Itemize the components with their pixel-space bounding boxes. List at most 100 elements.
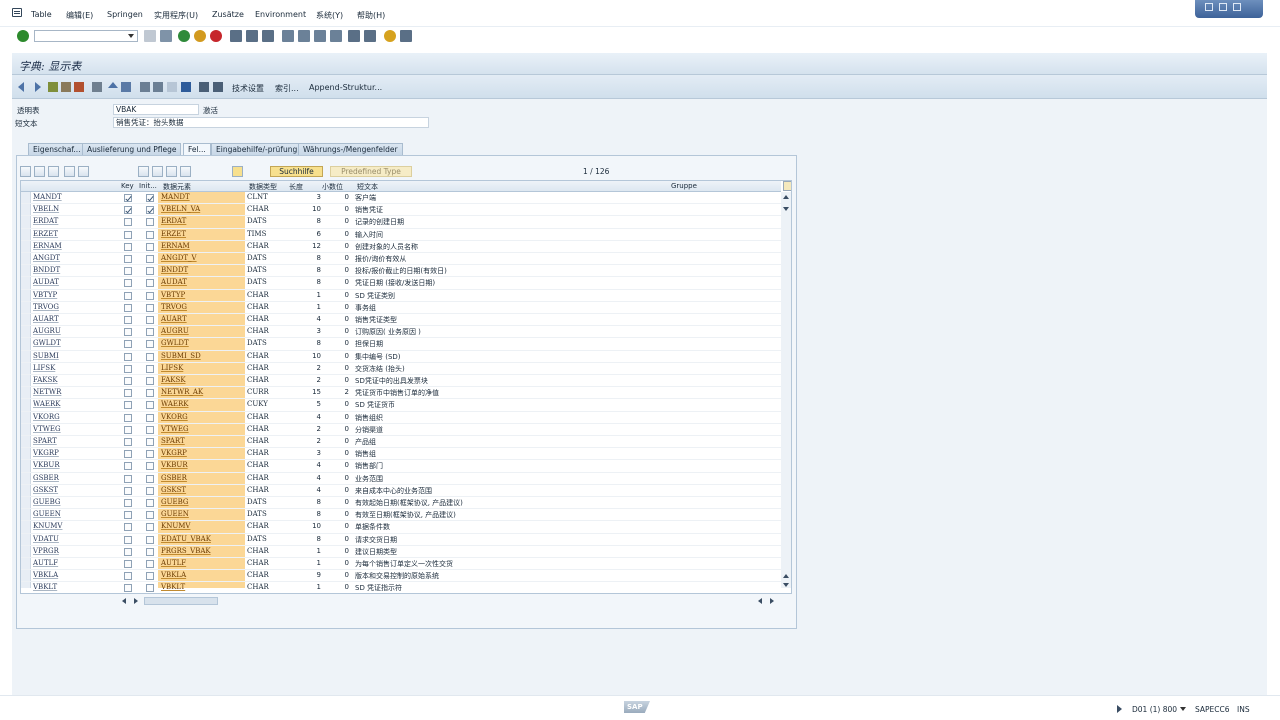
field-length[interactable]: 8 (289, 510, 321, 518)
key-checkbox[interactable] (124, 328, 132, 337)
field-decimals[interactable]: 0 (325, 217, 349, 225)
data-element[interactable]: AUDAT (161, 278, 187, 286)
data-element[interactable]: SPART (161, 437, 185, 445)
table-row[interactable]: LIFSK LIFSK CHAR 2 0 交货冻结 (抬头) (21, 363, 781, 375)
key-checkbox[interactable] (124, 218, 132, 227)
data-type[interactable]: CHAR (247, 315, 269, 323)
table-row[interactable]: VDATU EDATU_VBAK DATS 8 0 请求交货日期 (21, 534, 781, 546)
back-icon[interactable] (178, 30, 190, 42)
key-checkbox[interactable] (124, 352, 132, 361)
key-checkbox[interactable] (124, 474, 132, 483)
field-length[interactable]: 4 (289, 486, 321, 494)
data-element[interactable]: VTWEG (161, 425, 189, 433)
check-icon[interactable] (92, 82, 102, 92)
initial-checkbox[interactable] (146, 499, 154, 507)
field-name[interactable]: ANGDT (33, 254, 60, 262)
data-element[interactable]: SUBMI_SD (161, 352, 201, 360)
data-element[interactable]: AUART (161, 315, 187, 323)
built-in-type-icon[interactable] (166, 166, 177, 177)
initial-checkbox[interactable] (146, 425, 154, 434)
initial-checkbox[interactable] (146, 584, 154, 593)
data-type[interactable]: DATS (247, 278, 267, 286)
table-row[interactable]: VBTYP VBTYP CHAR 1 0 SD 凭证类别 (21, 290, 781, 302)
field-decimals[interactable]: 0 (325, 315, 349, 323)
data-type[interactable]: CHAR (247, 571, 269, 579)
initial-checkbox[interactable] (146, 194, 154, 202)
key-checkbox[interactable] (124, 279, 132, 288)
key-checkbox[interactable] (124, 547, 132, 556)
chevron-down-icon[interactable] (128, 34, 134, 38)
field-length[interactable]: 8 (289, 254, 321, 262)
field-length[interactable]: 4 (289, 413, 321, 421)
key-checkbox[interactable] (124, 364, 132, 373)
initial-checkbox[interactable] (146, 255, 154, 263)
field-name[interactable]: VBTYP (33, 291, 57, 299)
table-row[interactable]: SPART SPART CHAR 2 0 产品组 (21, 436, 781, 449)
column-short-text[interactable]: 短文本 (357, 182, 378, 192)
data-element[interactable]: PRGRS_VBAK (161, 547, 211, 555)
field-decimals[interactable]: 0 (325, 474, 349, 482)
shortcut-icon[interactable] (364, 30, 376, 42)
initial-checkbox[interactable] (146, 328, 154, 337)
data-type[interactable]: CUKY (247, 400, 268, 408)
predefined-type-button[interactable]: Predefined Type (330, 166, 412, 177)
field-length[interactable]: 1 (289, 583, 321, 591)
data-type[interactable]: CHAR (247, 425, 269, 433)
data-type[interactable]: DATS (247, 535, 267, 543)
table-row[interactable]: VBKLA VBKLA CHAR 9 0 版本和交易控制的原始系统 (21, 570, 781, 583)
data-type[interactable]: CHAR (247, 461, 269, 469)
field-name[interactable]: VBKLT (33, 583, 57, 591)
table-row[interactable]: TRVOG TRVOG CHAR 1 0 事务组 (21, 302, 781, 314)
field-decimals[interactable]: 0 (325, 583, 349, 591)
initial-checkbox[interactable] (146, 462, 154, 471)
initial-checkbox[interactable] (146, 352, 154, 361)
where-used-icon[interactable] (121, 82, 131, 92)
column-settings-icon[interactable] (783, 181, 791, 191)
field-name[interactable]: MANDT (33, 193, 62, 201)
field-name[interactable]: GUEBG (33, 498, 60, 506)
table-row[interactable]: ERZET ERZET TIMS 6 0 输入时间 (21, 229, 781, 241)
menu-help[interactable]: 帮助(H) (357, 10, 385, 21)
field-length[interactable]: 2 (289, 376, 321, 384)
field-name[interactable]: VTWEG (33, 425, 61, 433)
field-name[interactable]: GSBER (33, 474, 59, 482)
key-checkbox[interactable] (124, 450, 132, 459)
table-row[interactable]: KNUMV KNUMV CHAR 10 0 单据条件数 (21, 521, 781, 534)
insert-mode[interactable]: INS (1237, 705, 1250, 714)
table-row[interactable]: ANGDT ANGDT_V DATS 8 0 报价/询价有效从 (21, 253, 781, 266)
field-decimals[interactable]: 0 (325, 486, 349, 494)
table-row[interactable]: AUGRU AUGRU CHAR 3 0 订购原因( 业务原因 ) (21, 326, 781, 339)
layout-menu-icon[interactable] (400, 30, 412, 42)
info-icon[interactable] (181, 82, 191, 92)
data-type[interactable]: DATS (247, 510, 267, 518)
filter-icon[interactable] (138, 166, 149, 177)
field-length[interactable]: 5 (289, 400, 321, 408)
field-name[interactable]: VKBUR (33, 461, 60, 469)
table-row[interactable]: GSKST GSKST CHAR 4 0 来自成本中心的业务范围 (21, 485, 781, 497)
field-decimals[interactable]: 0 (325, 400, 349, 408)
chevron-down-icon[interactable] (1180, 707, 1186, 711)
back-arrow-icon[interactable] (18, 82, 24, 92)
key-checkbox[interactable] (124, 291, 132, 300)
suchhilfe-button[interactable]: Suchhilfe (270, 166, 323, 177)
column-data-element[interactable]: 数据元素 (163, 182, 191, 192)
table-row[interactable]: BNDDT BNDDT DATS 8 0 投标/报价截止的日期(有效日) (21, 265, 781, 278)
data-element[interactable]: VKORG (161, 413, 188, 421)
field-name[interactable]: AUTLF (33, 559, 58, 567)
column-gruppe[interactable]: Gruppe (671, 182, 697, 190)
data-element[interactable]: VKGRP (161, 449, 187, 457)
table-row[interactable]: AUTLF AUTLF CHAR 1 0 为每个销售订单定义一次性交货 (21, 558, 781, 571)
copy-icon[interactable] (34, 166, 45, 177)
field-name[interactable]: KNUMV (33, 522, 62, 530)
initial-checkbox[interactable] (146, 291, 154, 300)
scroll-down-icon[interactable] (783, 207, 789, 211)
data-type[interactable]: CHAR (247, 376, 269, 384)
data-element[interactable]: VBTYP (161, 291, 185, 299)
field-name[interactable]: VBELN (33, 205, 59, 213)
data-element[interactable]: GUEBG (161, 498, 188, 506)
data-type[interactable]: CHAR (247, 547, 269, 555)
field-decimals[interactable]: 0 (325, 266, 349, 274)
tab-eingabehilfe[interactable]: Eingabehilfe/-prüfung (211, 143, 303, 155)
field-name[interactable]: LIFSK (33, 364, 55, 372)
horizontal-scrollbar[interactable] (100, 596, 780, 606)
